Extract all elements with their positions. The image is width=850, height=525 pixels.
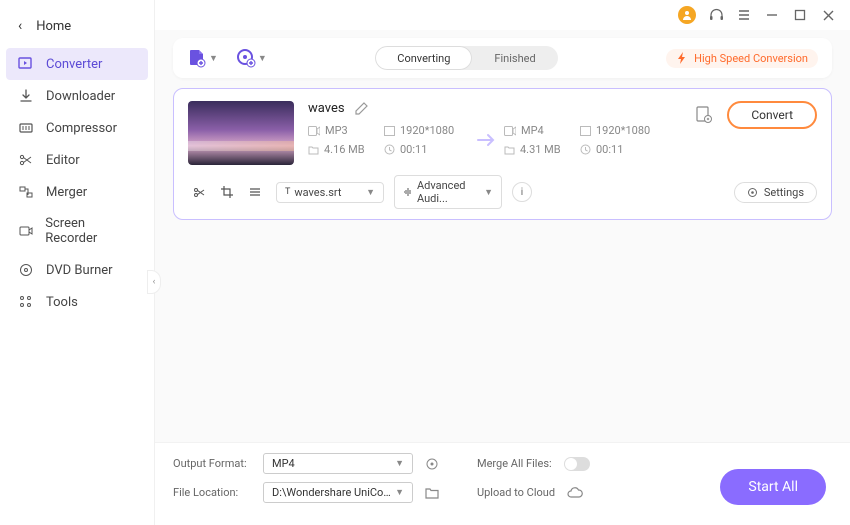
gear-icon — [747, 187, 758, 198]
close-icon[interactable] — [820, 7, 836, 23]
scissors-icon — [18, 152, 34, 168]
add-file-button[interactable]: ▼ — [187, 48, 218, 68]
sidebar-item-tools[interactable]: Tools — [0, 286, 154, 318]
video-icon — [504, 126, 516, 136]
edit-title-icon[interactable] — [355, 102, 368, 115]
convert-button[interactable]: Convert — [727, 101, 817, 129]
arrow-icon — [470, 133, 504, 147]
home-label: Home — [36, 19, 71, 34]
bolt-icon — [676, 52, 688, 64]
src-format: MP3 — [325, 124, 348, 137]
settings-label: Settings — [764, 186, 804, 199]
cloud-icon[interactable] — [567, 487, 583, 499]
audio-dropdown[interactable]: Advanced Audi... ▼ — [394, 175, 502, 209]
subtitle-dropdown[interactable]: Twaves.srt ▼ — [276, 182, 384, 203]
dst-res: 1920*1080 — [596, 124, 650, 137]
maximize-icon[interactable] — [792, 7, 808, 23]
sidebar-item-converter[interactable]: Converter — [6, 48, 148, 80]
sidebar-item-label: Compressor — [46, 121, 117, 136]
output-format-select[interactable]: MP4▼ — [263, 453, 413, 474]
sidebar-item-downloader[interactable]: Downloader — [0, 80, 154, 112]
resolution-icon — [384, 126, 395, 136]
chevron-down-icon: ▼ — [395, 458, 404, 469]
chevron-down-icon: ▼ — [366, 187, 375, 198]
home-nav[interactable]: ‹ Home — [0, 10, 154, 48]
info-button[interactable]: i — [512, 182, 532, 202]
back-icon: ‹ — [18, 18, 22, 34]
add-file-icon — [187, 48, 207, 68]
file-card: waves MP3 4.16 MB 1920*1080 00:11 — [173, 88, 832, 220]
recorder-icon — [18, 223, 33, 239]
sidebar-item-label: Converter — [46, 57, 102, 72]
sidebar-item-dvd-burner[interactable]: DVD Burner — [0, 254, 154, 286]
crop-icon[interactable] — [220, 186, 234, 199]
file-location-label: File Location: — [173, 486, 251, 499]
audio-value: Advanced Audi... — [417, 179, 484, 205]
trim-icon[interactable] — [192, 186, 206, 199]
sidebar-item-editor[interactable]: Editor — [0, 144, 154, 176]
sidebar-item-label: Editor — [46, 153, 80, 168]
settings-button[interactable]: Settings — [734, 182, 817, 203]
chevron-down-icon: ▼ — [484, 187, 493, 198]
file-location-select[interactable]: D:\Wondershare UniConverter 1▼ — [263, 482, 413, 503]
merge-label: Merge All Files: — [477, 457, 552, 470]
sidebar-item-screen-recorder[interactable]: Screen Recorder — [0, 208, 154, 254]
video-icon — [308, 126, 320, 136]
high-speed-label: High Speed Conversion — [694, 52, 808, 65]
folder-icon — [504, 145, 515, 155]
menu-icon[interactable] — [736, 7, 752, 23]
add-disc-icon — [236, 48, 256, 68]
sidebar-item-compressor[interactable]: Compressor — [0, 112, 154, 144]
src-res: 1920*1080 — [400, 124, 454, 137]
high-speed-conversion-button[interactable]: High Speed Conversion — [666, 49, 818, 68]
status-tabs: Converting Finished — [375, 46, 557, 70]
dst-size: 4.31 MB — [520, 143, 561, 156]
download-icon — [18, 88, 34, 104]
tools-icon — [18, 294, 34, 310]
sidebar-item-label: Downloader — [46, 89, 115, 104]
output-format-label: Output Format: — [173, 457, 251, 470]
format-settings-icon[interactable] — [425, 457, 439, 471]
chevron-down-icon: ▼ — [209, 53, 218, 64]
clock-icon — [384, 144, 395, 155]
headset-icon[interactable] — [708, 7, 724, 23]
compressor-icon — [18, 120, 34, 136]
chevron-down-icon: ▼ — [395, 487, 404, 498]
output-settings-icon[interactable] — [695, 106, 713, 124]
dst-format: MP4 — [521, 124, 544, 137]
sidebar-item-merger[interactable]: Merger — [0, 176, 154, 208]
effect-icon[interactable] — [248, 186, 262, 199]
sidebar-item-label: Tools — [46, 295, 78, 310]
merge-toggle[interactable] — [564, 457, 590, 471]
upload-cloud-label: Upload to Cloud — [477, 486, 555, 499]
chevron-down-icon: ▼ — [258, 53, 267, 64]
resolution-icon — [580, 126, 591, 136]
sidebar-item-label: DVD Burner — [46, 263, 113, 278]
src-size: 4.16 MB — [324, 143, 365, 156]
src-duration: 00:11 — [400, 143, 427, 156]
sidebar-item-label: Screen Recorder — [45, 216, 136, 246]
avatar-icon[interactable] — [678, 6, 696, 24]
subtitle-value: waves.srt — [294, 186, 341, 199]
folder-icon — [308, 145, 319, 155]
merger-icon — [18, 184, 34, 200]
converter-icon — [18, 56, 34, 72]
tab-finished[interactable]: Finished — [472, 46, 557, 70]
minimize-icon[interactable] — [764, 7, 780, 23]
dst-duration: 00:11 — [596, 143, 623, 156]
tab-converting[interactable]: Converting — [375, 46, 472, 70]
start-all-button[interactable]: Start All — [720, 469, 826, 505]
disc-icon — [18, 262, 34, 278]
open-folder-icon[interactable] — [425, 487, 439, 499]
subtitle-icon: T — [285, 187, 290, 197]
clock-icon — [580, 144, 591, 155]
add-dvd-button[interactable]: ▼ — [236, 48, 267, 68]
file-title: waves — [308, 101, 345, 116]
sidebar-item-label: Merger — [46, 185, 87, 200]
audio-icon — [403, 187, 413, 197]
video-thumbnail[interactable] — [188, 101, 294, 165]
